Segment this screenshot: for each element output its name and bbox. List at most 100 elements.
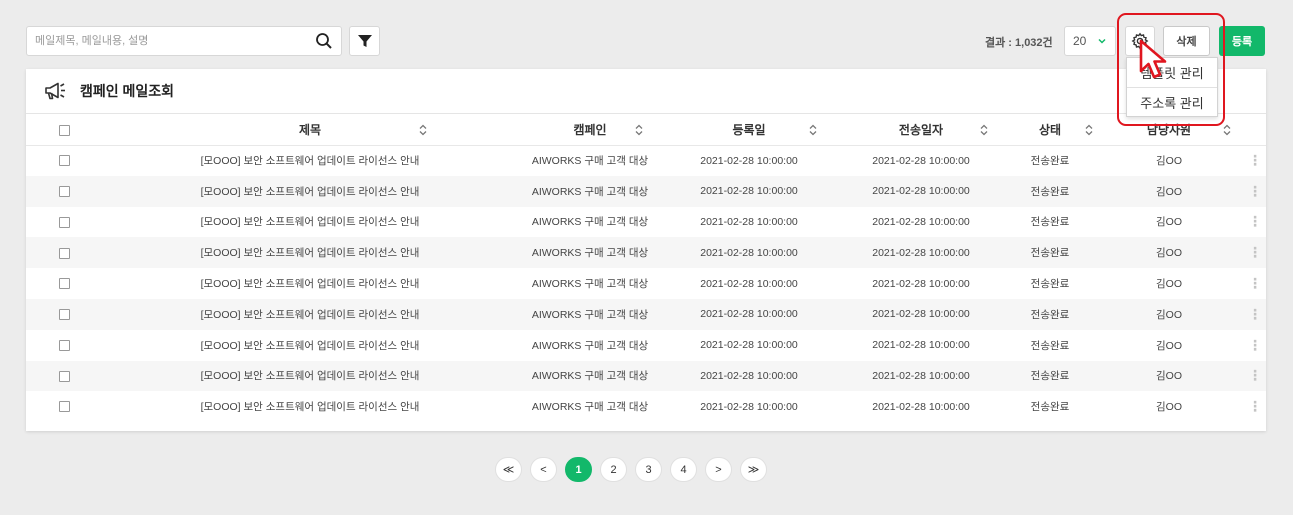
page-prev-button[interactable]: < [530,457,557,482]
table-header-row: 제목 캠페인 등록일 전송일자 상태 담당사원 [26,114,1266,146]
table-row[interactable]: [모OOO] 보안 소프트웨어 업데이트 라이선스 안내 AIWORKS 구매 … [26,330,1266,361]
cell-title: [모OOO] 보안 소프트웨어 업데이트 라이선스 안내 [102,298,518,330]
search-input[interactable] [27,27,297,55]
row-checkbox[interactable] [58,278,70,290]
cell-registered: 2021-02-28 10:00:00 [700,277,798,290]
sort-icon[interactable] [1222,124,1232,136]
table-row[interactable]: [모OOO] 보안 소프트웨어 업데이트 라이선스 안내 AIWORKS 구매 … [26,360,1266,392]
page-button-1[interactable]: 1 [565,457,592,482]
row-checkbox[interactable] [58,155,70,167]
row-checkbox[interactable] [58,216,70,228]
cell-title: [모OOO] 보안 소프트웨어 업데이트 라이선스 안내 [200,401,420,414]
search-icon[interactable] [315,32,333,50]
cell-sent-date: 2021-02-28 10:00:00 [872,277,970,290]
cell-registered: 2021-02-28 10:00:00 [662,360,836,392]
table-row[interactable]: [모OOO] 보안 소프트웨어 업데이트 라이선스 안내 AIWORKS 구매 … [26,391,1266,422]
row-checkbox[interactable] [58,370,70,382]
column-header-registered[interactable]: 등록일 [662,114,836,146]
row-checkbox[interactable] [58,185,70,197]
table-row[interactable]: [모OOO] 보안 소프트웨어 업데이트 라이선스 안내 AIWORKS 구매 … [26,268,1266,299]
page-next-button[interactable]: > [705,457,732,482]
cell-registered: 2021-02-28 10:00:00 [700,339,798,352]
page-button-3[interactable]: 3 [635,457,662,482]
kebab-icon[interactable]: ⋮ [1248,275,1262,291]
cell-status: 전송완료 [1030,401,1070,414]
column-header-status[interactable]: 상태 [1006,114,1094,146]
kebab-icon[interactable]: ⋮ [1248,367,1262,383]
kebab-icon[interactable]: ⋮ [1248,152,1262,168]
register-button[interactable]: 등록 [1219,26,1265,56]
row-checkbox[interactable] [58,401,70,413]
page-button-4[interactable]: 4 [670,457,697,482]
cell-title: [모OOO] 보안 소프트웨어 업데이트 라이선스 안내 [200,155,420,168]
kebab-icon[interactable]: ⋮ [1248,213,1262,229]
table-row[interactable]: [모OOO] 보안 소프트웨어 업데이트 라이선스 안내 AIWORKS 구매 … [26,175,1266,207]
page-last-button[interactable]: ≫ [740,457,767,482]
sort-icon[interactable] [634,124,644,136]
menu-item-address-book-manage[interactable]: 주소록 관리 [1127,87,1217,116]
cell-title: [모OOO] 보안 소프트웨어 업데이트 라이선스 안내 [200,216,420,229]
cell-status: 전송완료 [1030,216,1070,229]
cell-registered: 2021-02-28 10:00:00 [700,154,798,167]
kebab-icon[interactable]: ⋮ [1248,244,1262,260]
cell-title: [모OOO] 보안 소프트웨어 업데이트 라이선스 안내 [102,360,518,392]
column-header-manager[interactable]: 담당사원 [1094,114,1244,146]
cell-status: 전송완료 [1006,298,1094,330]
table-row[interactable]: [모OOO] 보안 소프트웨어 업데이트 라이선스 안내 AIWORKS 구매 … [26,237,1266,269]
page-size-select[interactable]: 20 [1064,26,1116,56]
cell-registered: 2021-02-28 10:00:00 [662,298,836,330]
cell-status: 전송완료 [1006,360,1094,392]
cell-title: [모OOO] 보안 소프트웨어 업데이트 라이선스 안내 [102,237,518,269]
cell-campaign: AIWORKS 구매 고객 대상 [531,216,649,229]
sort-icon[interactable] [808,124,818,136]
cell-campaign: AIWORKS 구매 고객 대상 [518,237,662,269]
cell-manager: 김OO [1094,360,1244,392]
cell-title: [모OOO] 보안 소프트웨어 업데이트 라이선스 안내 [200,278,420,291]
cell-sent-date: 2021-02-28 10:00:00 [872,400,970,413]
page-first-button[interactable]: ≪ [495,457,522,482]
cell-manager: 김OO [1094,237,1244,269]
cell-manager: 김OO [1156,216,1182,229]
select-all-cell [26,114,102,146]
page-size-value: 20 [1073,34,1087,48]
column-header-title[interactable]: 제목 [102,114,518,146]
cell-manager: 김OO [1156,339,1182,352]
row-checkbox[interactable] [58,247,70,259]
sort-icon[interactable] [979,124,989,136]
card-header: 캠페인 메일조회 [26,69,1266,114]
cell-status: 전송완료 [1006,237,1094,269]
cell-sent-date: 2021-02-28 10:00:00 [836,298,1006,330]
table-row[interactable]: [모OOO] 보안 소프트웨어 업데이트 라이선스 안내 AIWORKS 구매 … [26,298,1266,330]
column-header-sent-date[interactable]: 전송일자 [836,114,1006,146]
kebab-icon[interactable]: ⋮ [1248,398,1262,414]
kebab-icon[interactable]: ⋮ [1248,306,1262,322]
kebab-icon[interactable]: ⋮ [1248,183,1262,199]
sort-icon[interactable] [1084,124,1094,136]
row-checkbox[interactable] [58,309,70,321]
result-count: 결과 : 1,032건 [985,37,1053,49]
select-all-checkbox[interactable] [58,124,70,136]
search-box [26,26,342,56]
filter-button[interactable] [349,26,380,56]
table-row[interactable]: [모OOO] 보안 소프트웨어 업데이트 라이선스 안내 AIWORKS 구매 … [26,145,1266,176]
mail-table: 제목 캠페인 등록일 전송일자 상태 담당사원 [모OOO] 보안 소프트웨어 … [26,114,1266,422]
cell-title: [모OOO] 보안 소프트웨어 업데이트 라이선스 안내 [200,339,420,352]
cursor-icon [1139,39,1167,79]
campaign-mail-card: 캠페인 메일조회 제목 캠페인 등록일 전송일자 상태 담당사원 [모OOO] … [26,69,1266,431]
row-checkbox[interactable] [58,339,70,351]
table-row[interactable]: [모OOO] 보안 소프트웨어 업데이트 라이선스 안내 AIWORKS 구매 … [26,207,1266,238]
cell-manager: 김OO [1094,175,1244,207]
column-header-actions [1244,114,1266,146]
cell-campaign: AIWORKS 구매 고객 대상 [531,339,649,352]
cell-campaign: AIWORKS 구매 고객 대상 [518,175,662,207]
sort-icon[interactable] [418,124,428,136]
cell-status: 전송완료 [1030,155,1070,168]
page-button-2[interactable]: 2 [600,457,627,482]
cell-status: 전송완료 [1006,175,1094,207]
cell-campaign: AIWORKS 구매 고객 대상 [531,278,649,291]
cell-status: 전송완료 [1030,278,1070,291]
column-header-campaign[interactable]: 캠페인 [518,114,662,146]
kebab-icon[interactable]: ⋮ [1248,337,1262,353]
cell-status: 전송완료 [1030,339,1070,352]
cell-campaign: AIWORKS 구매 고객 대상 [518,360,662,392]
